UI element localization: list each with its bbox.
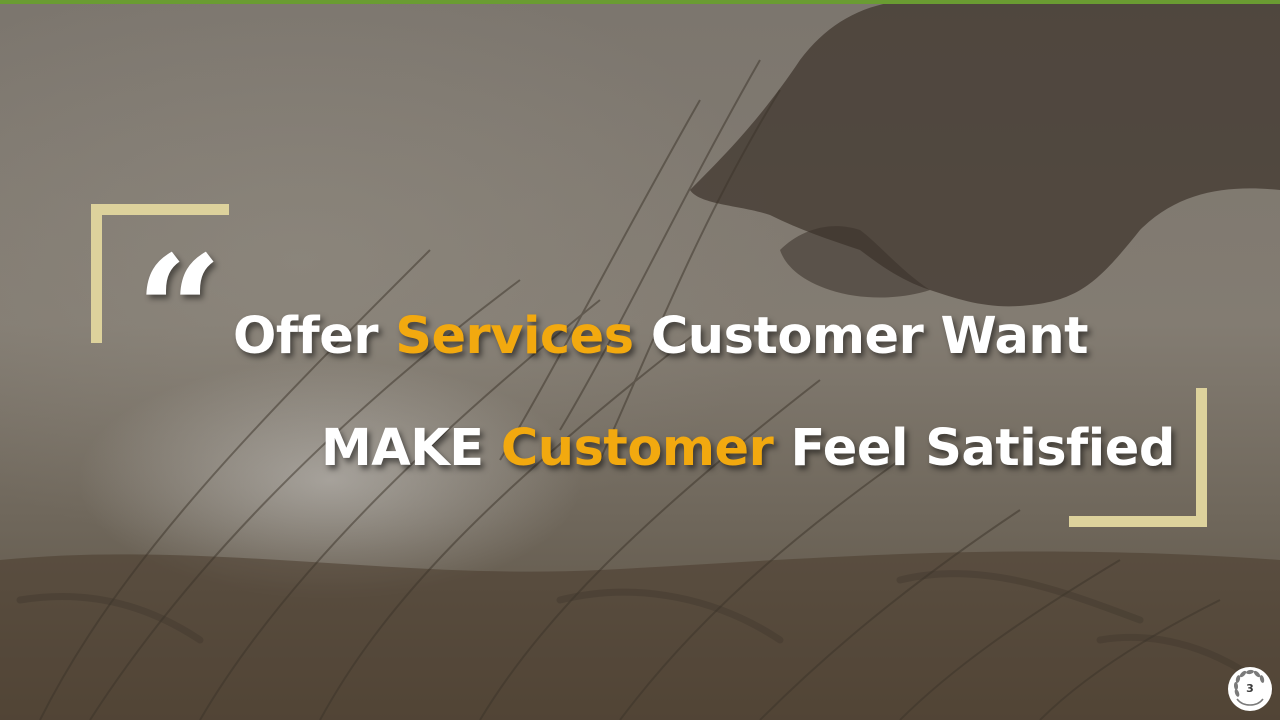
- headline-line-2: MAKE Customer Feel Satisfied: [321, 423, 1175, 474]
- quote-mark-icon: “: [136, 223, 223, 399]
- headline-line-1-part2: Customer Want: [633, 307, 1089, 366]
- headline-line-2-part1: MAKE: [321, 419, 501, 478]
- headline-line-1: Offer Services Customer Want: [233, 311, 1089, 362]
- headline-line-1-accent: Services: [395, 307, 634, 366]
- top-accent-bar: [0, 0, 1280, 4]
- headline-line-2-accent: Customer: [500, 419, 774, 478]
- slide: “ Offer Services Customer Want MAKE Cust…: [0, 0, 1280, 720]
- page-number: 3: [1246, 682, 1254, 695]
- headline-line-2-part2: Feel Satisfied: [773, 419, 1176, 478]
- headline-line-1-part1: Offer: [233, 307, 396, 366]
- page-number-badge: 3: [1227, 666, 1273, 712]
